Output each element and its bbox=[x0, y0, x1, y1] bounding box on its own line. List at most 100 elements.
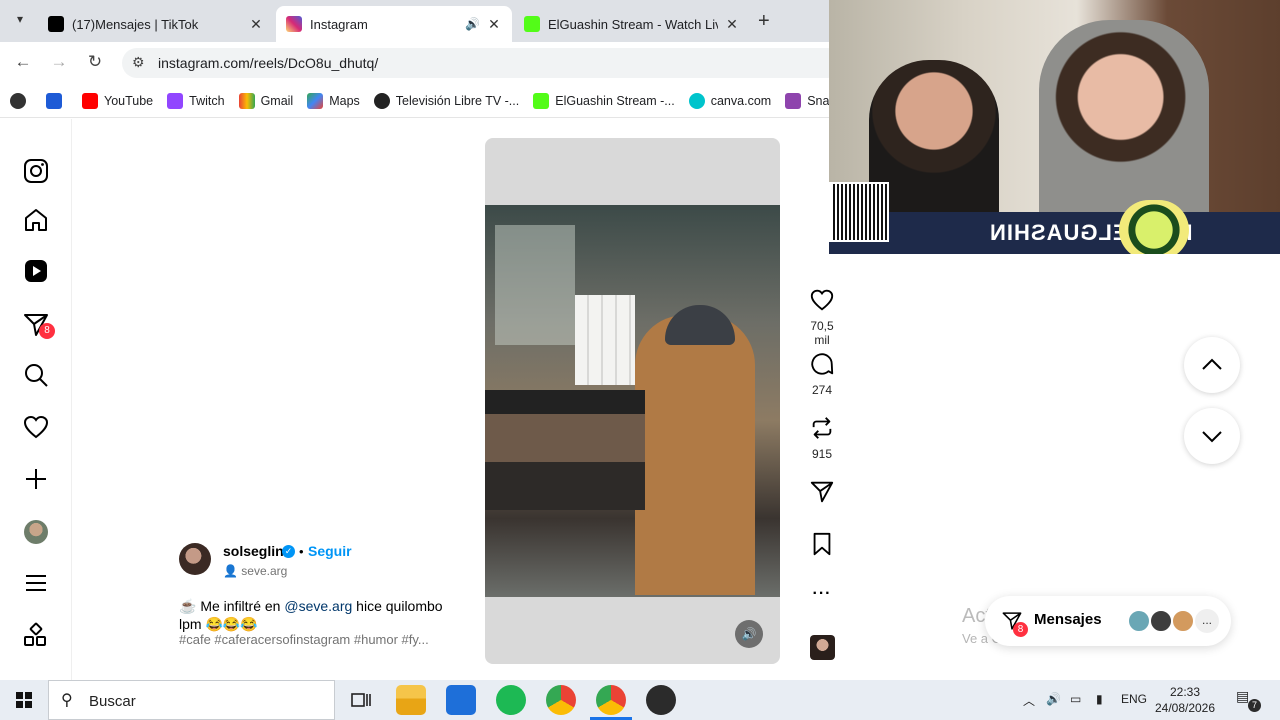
bookmark-twitch[interactable]: Twitch bbox=[167, 92, 225, 109]
video-espresso-machine bbox=[485, 390, 645, 510]
volume-tray-icon[interactable]: 🔊 bbox=[1046, 692, 1061, 706]
microsoft-store-icon[interactable] bbox=[446, 685, 476, 715]
browser-toolbar: ← → ↻ ⚙ instagram.com/reels/DcO8u_dhutq/ bbox=[0, 42, 842, 84]
notification-center-icon[interactable]: ▤ 7 bbox=[1236, 688, 1261, 712]
contact-avatar bbox=[1149, 609, 1173, 633]
caption-mention-link[interactable]: @seve.arg bbox=[284, 598, 352, 614]
close-tab-icon[interactable]: ✕ bbox=[248, 16, 264, 33]
instagram-icon bbox=[286, 16, 302, 32]
search-icon[interactable] bbox=[22, 361, 50, 389]
video-frame[interactable] bbox=[485, 205, 780, 597]
author-avatar[interactable] bbox=[179, 543, 211, 575]
speaker-icon[interactable]: 🔊 bbox=[465, 17, 480, 31]
system-clock[interactable]: 22:33 24/08/2026 bbox=[1150, 684, 1220, 716]
volume-icon[interactable]: 🔊 bbox=[735, 620, 763, 648]
like-count: 70,5 mil bbox=[810, 319, 834, 347]
address-bar[interactable]: ⚙ instagram.com/reels/DcO8u_dhutq/ bbox=[122, 48, 842, 78]
tray-chevron-up-icon[interactable]: ︿ bbox=[1023, 692, 1035, 709]
messages-widget[interactable]: 8 Mensajes ... bbox=[985, 596, 1231, 646]
reel-caption: ☕ Me infiltré en @seve.arg hice quilombo… bbox=[179, 597, 469, 633]
spotify-icon[interactable] bbox=[496, 685, 526, 715]
profile-avatar[interactable] bbox=[24, 520, 48, 544]
heart-icon[interactable] bbox=[22, 413, 50, 441]
more-apps-icon[interactable] bbox=[22, 622, 50, 650]
reel-video[interactable]: 🔊 bbox=[485, 138, 780, 664]
reels-icon[interactable] bbox=[22, 257, 50, 285]
messages-more-icon[interactable]: ... bbox=[1195, 609, 1219, 633]
collaborator-line[interactable]: 👤 seve.arg bbox=[223, 564, 287, 578]
file-explorer-icon[interactable] bbox=[396, 685, 426, 715]
gmail-icon bbox=[238, 92, 255, 109]
notification-badge: 8 bbox=[39, 323, 55, 339]
site-info-icon[interactable]: ⚙ bbox=[132, 54, 145, 71]
heart-icon[interactable] bbox=[809, 287, 835, 313]
bookmark-maps[interactable]: Maps bbox=[307, 92, 360, 109]
back-arrow-icon[interactable]: ← bbox=[11, 52, 35, 74]
instagram-sidebar: 8 bbox=[0, 119, 72, 680]
audio-thumbnail[interactable] bbox=[810, 635, 835, 660]
kick-icon bbox=[524, 16, 540, 32]
network-icon[interactable]: ▭ bbox=[1070, 692, 1081, 706]
bookmark-label: Twitch bbox=[189, 93, 225, 108]
bookmark-snapins[interactable]: SnapIns bbox=[785, 92, 832, 109]
bookmark-gmail[interactable]: Gmail bbox=[238, 92, 294, 109]
repost-action[interactable]: 915 bbox=[802, 415, 842, 461]
like-action[interactable]: 70,5 mil bbox=[802, 287, 842, 347]
bookmark-canva[interactable]: canva.com bbox=[688, 92, 771, 109]
bookmark-label: YouTube bbox=[104, 93, 154, 108]
home-icon[interactable] bbox=[22, 206, 50, 234]
new-tab-button[interactable]: + bbox=[758, 10, 770, 33]
search-icon: ⚲ bbox=[61, 692, 73, 709]
reload-icon[interactable]: ↻ bbox=[83, 52, 107, 74]
bookmark-label: Gmail bbox=[260, 93, 294, 108]
video-cups bbox=[575, 295, 635, 385]
bookmark-icon[interactable] bbox=[810, 531, 834, 557]
tab-instagram[interactable]: Instagram 🔊 ✕ bbox=[276, 6, 512, 42]
share-icon[interactable] bbox=[809, 479, 835, 505]
taskbar-search[interactable]: ⚲ Buscar bbox=[48, 680, 335, 720]
contact-avatar bbox=[1171, 609, 1195, 633]
more-options-icon[interactable]: ··· bbox=[802, 585, 842, 603]
bookmark-h[interactable] bbox=[46, 92, 68, 109]
save-action[interactable] bbox=[802, 531, 842, 557]
forward-arrow-icon[interactable]: → bbox=[47, 52, 71, 74]
create-plus-icon[interactable] bbox=[22, 465, 50, 493]
bookmark-elguashin[interactable]: ElGuashin Stream -... bbox=[533, 92, 675, 109]
separator-dot: • bbox=[299, 544, 304, 559]
follow-button[interactable]: Seguir bbox=[308, 543, 352, 559]
bookmark-youtube[interactable]: YouTube bbox=[82, 92, 154, 109]
chrome-icon[interactable] bbox=[546, 685, 576, 715]
obs-recording-icon[interactable] bbox=[646, 685, 676, 715]
comment-action[interactable]: 274 bbox=[802, 351, 842, 397]
url-text[interactable]: instagram.com/reels/DcO8u_dhutq/ bbox=[158, 55, 378, 71]
task-view-icon[interactable] bbox=[346, 685, 376, 715]
caption-hashtags[interactable]: #cafe #caferacersofinstagram #humor #fy.… bbox=[179, 632, 429, 647]
menu-icon[interactable] bbox=[22, 569, 50, 597]
close-tab-icon[interactable]: ✕ bbox=[724, 16, 740, 33]
maps-icon bbox=[307, 92, 324, 109]
search-placeholder: Buscar bbox=[89, 693, 136, 710]
tab-search-chevron-icon[interactable]: ▾ bbox=[10, 12, 30, 30]
canva-icon bbox=[688, 92, 705, 109]
twitch-icon bbox=[167, 92, 184, 109]
tab-elguashin[interactable]: ElGuashin Stream - Watch Live o ✕ bbox=[514, 6, 750, 42]
repost-icon[interactable] bbox=[809, 415, 835, 441]
language-indicator[interactable]: ENG bbox=[1121, 692, 1147, 706]
comment-icon[interactable] bbox=[809, 351, 835, 377]
video-window bbox=[495, 225, 575, 345]
bookmark-globe[interactable] bbox=[10, 92, 32, 109]
battery-icon[interactable]: ▮ bbox=[1096, 692, 1103, 706]
instagram-logo-icon[interactable] bbox=[22, 157, 50, 185]
bookmark-television-libre[interactable]: Televisión Libre TV -... bbox=[373, 92, 519, 109]
tab-title: ElGuashin Stream - Watch Live o bbox=[548, 16, 718, 32]
next-reel-button[interactable] bbox=[1184, 408, 1240, 464]
author-username[interactable]: solseglin bbox=[223, 543, 284, 559]
previous-reel-button[interactable] bbox=[1184, 337, 1240, 393]
tab-tiktok[interactable]: (17)Mensajes | TikTok ✕ bbox=[38, 6, 274, 42]
share-action[interactable] bbox=[802, 479, 842, 505]
chrome-active-icon[interactable] bbox=[596, 685, 626, 715]
windows-start-icon[interactable] bbox=[0, 680, 48, 720]
contact-avatar bbox=[1127, 609, 1151, 633]
close-tab-icon[interactable]: ✕ bbox=[486, 16, 502, 33]
video-barista bbox=[635, 315, 755, 595]
